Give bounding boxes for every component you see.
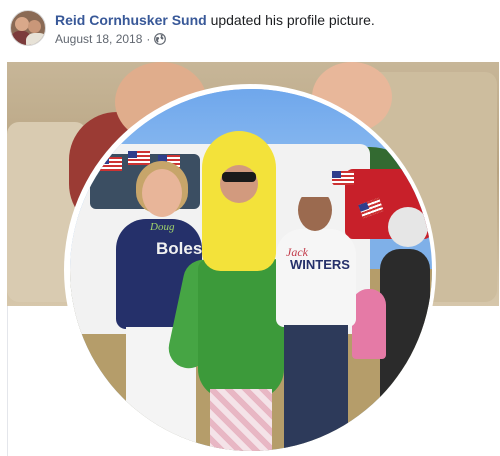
- author-avatar[interactable]: [10, 10, 46, 46]
- meta-separator: ·: [146, 32, 151, 46]
- post-title-line: Reid Cornhusker Sund updated his profile…: [55, 12, 375, 28]
- post-date-link[interactable]: August 18, 2018: [55, 32, 142, 46]
- post-action-text: updated his profile picture.: [210, 12, 375, 28]
- post-meta: August 18, 2018 ·: [55, 32, 167, 46]
- profile-picture[interactable]: Doug Boles Jack WINTERS: [70, 89, 432, 451]
- shirt-left-script: Doug: [150, 221, 175, 233]
- author-name-link[interactable]: Reid Cornhusker Sund: [55, 12, 207, 28]
- shirt-left-name: Boles: [156, 239, 203, 258]
- shirt-right-name: WINTERS: [290, 257, 350, 272]
- post-header: Reid Cornhusker Sund updated his profile…: [0, 0, 500, 58]
- globe-icon[interactable]: [154, 33, 167, 45]
